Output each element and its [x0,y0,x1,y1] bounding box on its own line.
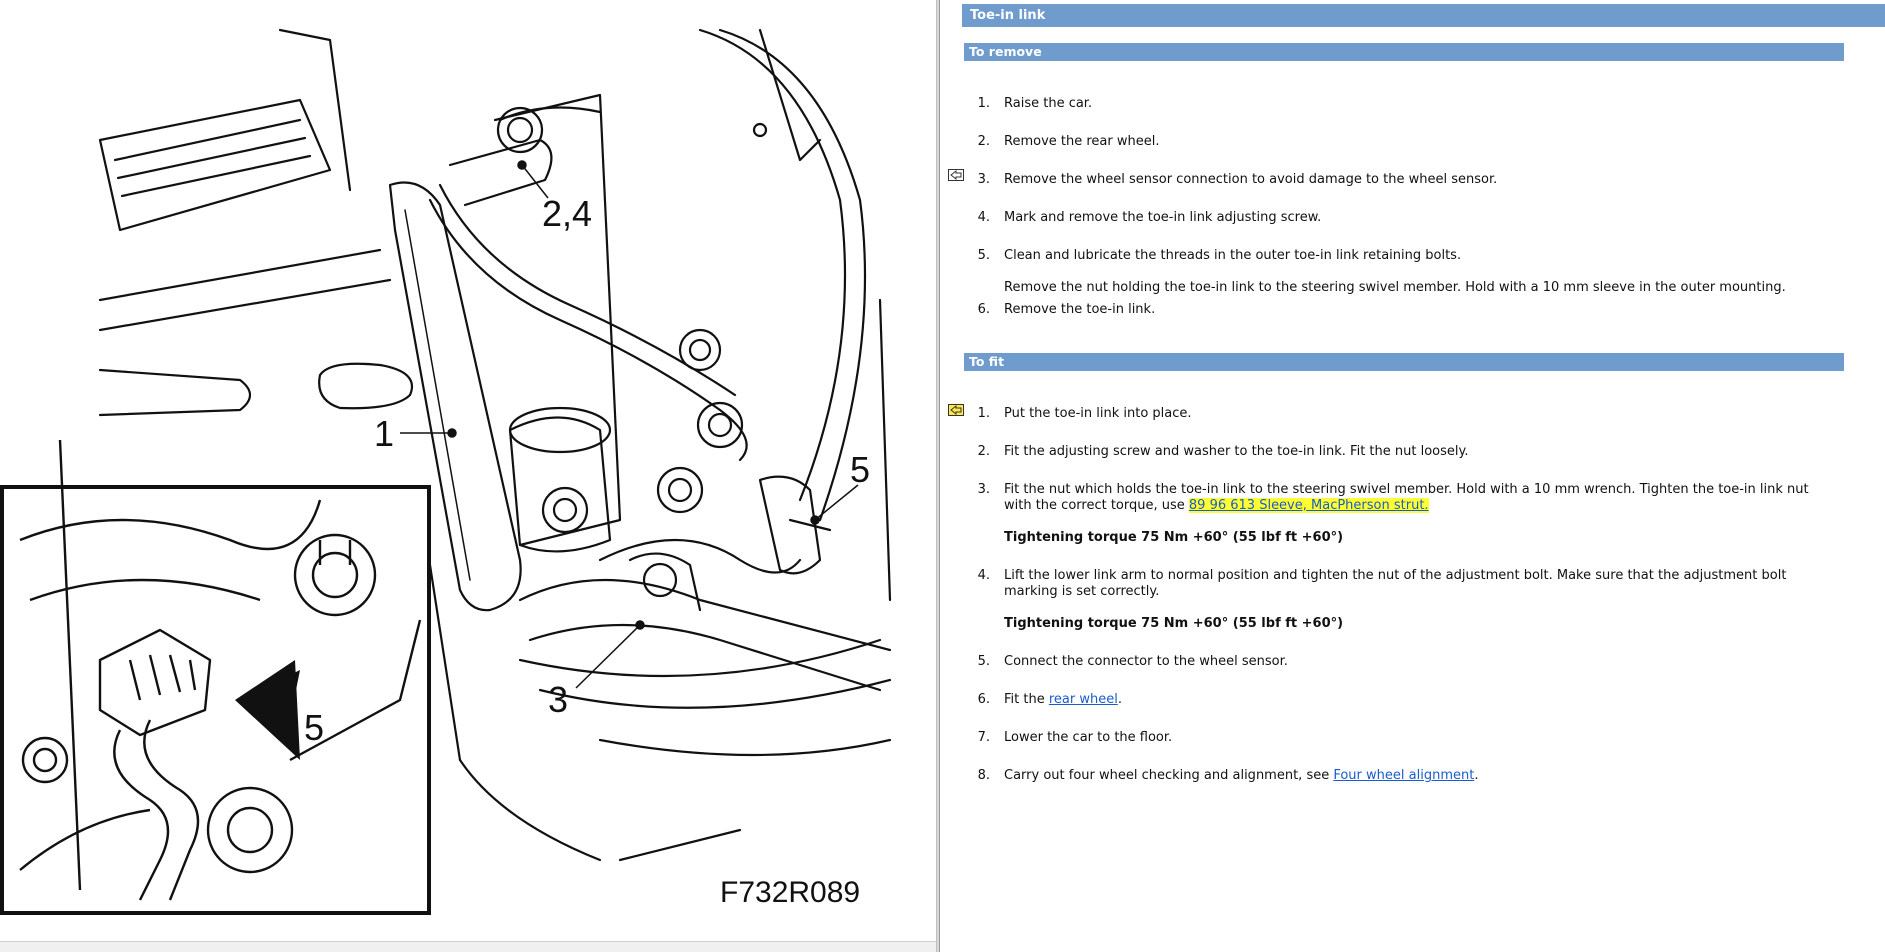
step-number: 5. [977,654,990,669]
horizontal-scrollbar[interactable] [0,941,936,952]
step-number: 3. [977,482,990,497]
step-text: Remove the nut holding the toe-in link t… [1004,280,1786,295]
step-text: Put the toe-in link into place. [1004,406,1192,421]
step-text: Fit the nut which holds the toe-in link … [1004,482,1830,514]
figure-code: F732R089 [720,876,860,909]
rear-wheel-link[interactable]: rear wheel [1049,692,1118,707]
step-number: 4. [977,568,990,583]
step-number: 2. [977,134,990,149]
suspension-illustration: 1 2,4 3 5 F732R089 5 [0,28,892,915]
step-number: 1. [977,96,990,111]
step-number: 1. [977,406,990,421]
callout-1: 1 [374,413,394,454]
step-number: 6. [977,692,990,707]
page-title: Toe-in link [962,4,1885,27]
four-wheel-alignment-link[interactable]: Four wheel alignment [1333,768,1474,783]
step-text-line-2: with the correct torque, use [1004,498,1189,513]
step-number: 6. [977,302,990,317]
step-number: 4. [977,210,990,225]
step-text: Fit the rear wheel. [1004,692,1830,708]
step-text: Connect the connector to the wheel senso… [1004,654,1288,669]
torque-spec-step-3: Tightening torque 75 Nm +60° (55 lbf ft … [1004,530,1344,545]
step-number: 3. [977,172,990,187]
sleeve-tool-link[interactable]: 89 96 613 Sleeve, MacPherson strut. [1188,498,1429,513]
illustration-pane: 1 2,4 3 5 F732R089 5 [0,0,936,952]
callout-2-4: 2,4 [542,193,592,234]
step-text-before-link: Fit the [1004,692,1049,707]
inset-detail: 5 [0,439,431,915]
step-text-after-link: . [1474,768,1479,783]
step-text: Raise the car. [1004,96,1093,111]
step-text-line-1: Fit the nut which holds the toe-in link … [1004,482,1809,497]
step-text: Remove the toe-in link. [1004,302,1156,317]
step-number: 2. [977,444,990,459]
document-pane: Toe-in link To remove 1. Raise the car. … [940,0,1885,952]
warning-tool-icon[interactable] [948,169,964,181]
step-text: Remove the wheel sensor connection to av… [1004,172,1498,187]
step-text: Carry out four wheel checking and alignm… [1004,768,1830,784]
step-text-line-2: marking is set correctly. [1004,584,1160,599]
step-text-before-link: Carry out four wheel checking and alignm… [1004,768,1334,783]
step-text: Lift the lower link arm to normal positi… [1004,568,1830,600]
step-text-line-1: Lift the lower link arm to normal positi… [1004,568,1787,583]
step-text: Clean and lubricate the threads in the o… [1004,248,1462,263]
step-number: 5. [977,248,990,263]
callout-5: 5 [850,449,870,490]
section-heading-remove: To remove [964,43,1844,61]
callout-3: 3 [548,679,568,720]
step-number: 7. [977,730,990,745]
inset-callout-5: 5 [304,707,324,748]
torque-spec-step-4: Tightening torque 75 Nm +60° (55 lbf ft … [1004,616,1344,631]
section-heading-fit: To fit [964,353,1844,371]
special-tool-icon[interactable] [948,404,964,416]
step-number: 8. [977,768,990,783]
step-text-after-link: . [1117,692,1122,707]
step-text: Fit the adjusting screw and washer to th… [1004,444,1469,459]
step-text: Lower the car to the floor. [1004,730,1173,745]
step-text: Remove the rear wheel. [1004,134,1160,149]
step-text: Mark and remove the toe-in link adjustin… [1004,210,1322,225]
